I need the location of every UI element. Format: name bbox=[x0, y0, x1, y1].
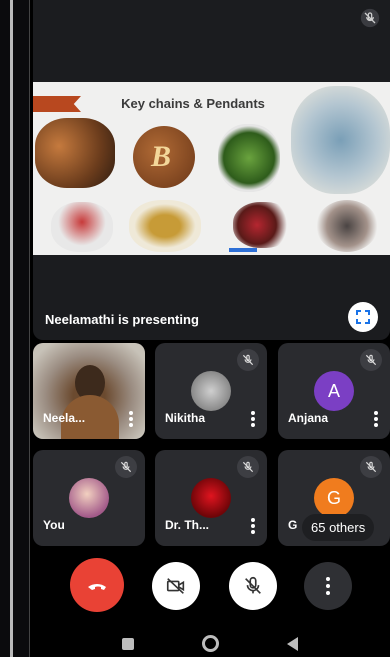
participant-tile-anjana[interactable]: A Anjana bbox=[278, 343, 390, 439]
slide-letter: B bbox=[151, 140, 172, 173]
mic-off-icon bbox=[360, 456, 382, 478]
slide-banner bbox=[33, 96, 81, 112]
system-navigation-bar bbox=[30, 630, 390, 657]
leaf-keychain-photo bbox=[218, 124, 280, 192]
camera-off-icon bbox=[166, 578, 185, 594]
back-icon[interactable] bbox=[287, 637, 298, 651]
presented-slide: Key chains & Pendants B bbox=[33, 82, 390, 255]
avatar bbox=[69, 478, 109, 518]
participant-tile-neela[interactable]: Neela... bbox=[33, 343, 145, 439]
keychain-photo bbox=[35, 118, 115, 188]
bead-pendant-photo bbox=[316, 200, 378, 252]
edge-stripe bbox=[10, 0, 13, 657]
more-options-icon[interactable] bbox=[374, 411, 378, 427]
avatar: G bbox=[314, 478, 354, 518]
more-options-icon[interactable] bbox=[129, 411, 133, 427]
more-vertical-icon bbox=[326, 577, 330, 595]
more-options-button[interactable] bbox=[304, 562, 352, 610]
participant-tile-you[interactable]: You bbox=[33, 450, 145, 546]
mic-off-icon bbox=[237, 456, 259, 478]
gold-leaf-photo bbox=[129, 200, 201, 252]
avatar: A bbox=[314, 371, 354, 411]
recents-icon[interactable] bbox=[122, 638, 134, 650]
microphone-toggle-button[interactable] bbox=[229, 562, 277, 610]
resin-pendant-photo bbox=[291, 86, 390, 194]
participant-name: Nikitha bbox=[165, 411, 206, 425]
mic-off-icon bbox=[115, 456, 137, 478]
fullscreen-icon bbox=[356, 310, 370, 324]
more-options-icon[interactable] bbox=[251, 411, 255, 427]
letter-pendant-photo: B bbox=[133, 126, 195, 188]
others-count-button[interactable]: 65 others bbox=[302, 514, 375, 541]
participant-name: Dr. Th... bbox=[165, 518, 210, 532]
mic-off-icon bbox=[360, 8, 380, 33]
phone-hangup-icon bbox=[88, 584, 106, 590]
participant-tile-nikitha[interactable]: Nikitha bbox=[155, 343, 267, 439]
slide-progress-bar bbox=[229, 248, 257, 252]
mic-off-icon bbox=[237, 349, 259, 371]
berry-keychain-photo bbox=[233, 202, 293, 248]
presentation-stage[interactable]: Key chains & Pendants B Neelamathi is pr… bbox=[33, 0, 390, 340]
participant-name: G bbox=[288, 518, 298, 532]
avatar bbox=[191, 371, 231, 411]
avatar bbox=[191, 478, 231, 518]
end-call-button[interactable] bbox=[70, 558, 124, 612]
camera-toggle-button[interactable] bbox=[152, 562, 200, 610]
left-edge-panel bbox=[0, 0, 30, 657]
mic-off-icon bbox=[360, 349, 382, 371]
heart-necklace-photo bbox=[51, 202, 113, 252]
fullscreen-button[interactable] bbox=[348, 302, 378, 332]
microphone-off-icon bbox=[245, 576, 261, 594]
home-icon[interactable] bbox=[202, 635, 219, 652]
presenting-label: Neelamathi is presenting bbox=[45, 312, 199, 327]
participant-tile-dr[interactable]: Dr. Th... bbox=[155, 450, 267, 546]
participant-name: Anjana bbox=[288, 411, 329, 425]
participant-name: You bbox=[43, 518, 65, 532]
participant-name: Neela... bbox=[43, 411, 86, 425]
more-options-icon[interactable] bbox=[251, 518, 255, 534]
slide-title: Key chains & Pendants bbox=[121, 96, 265, 111]
